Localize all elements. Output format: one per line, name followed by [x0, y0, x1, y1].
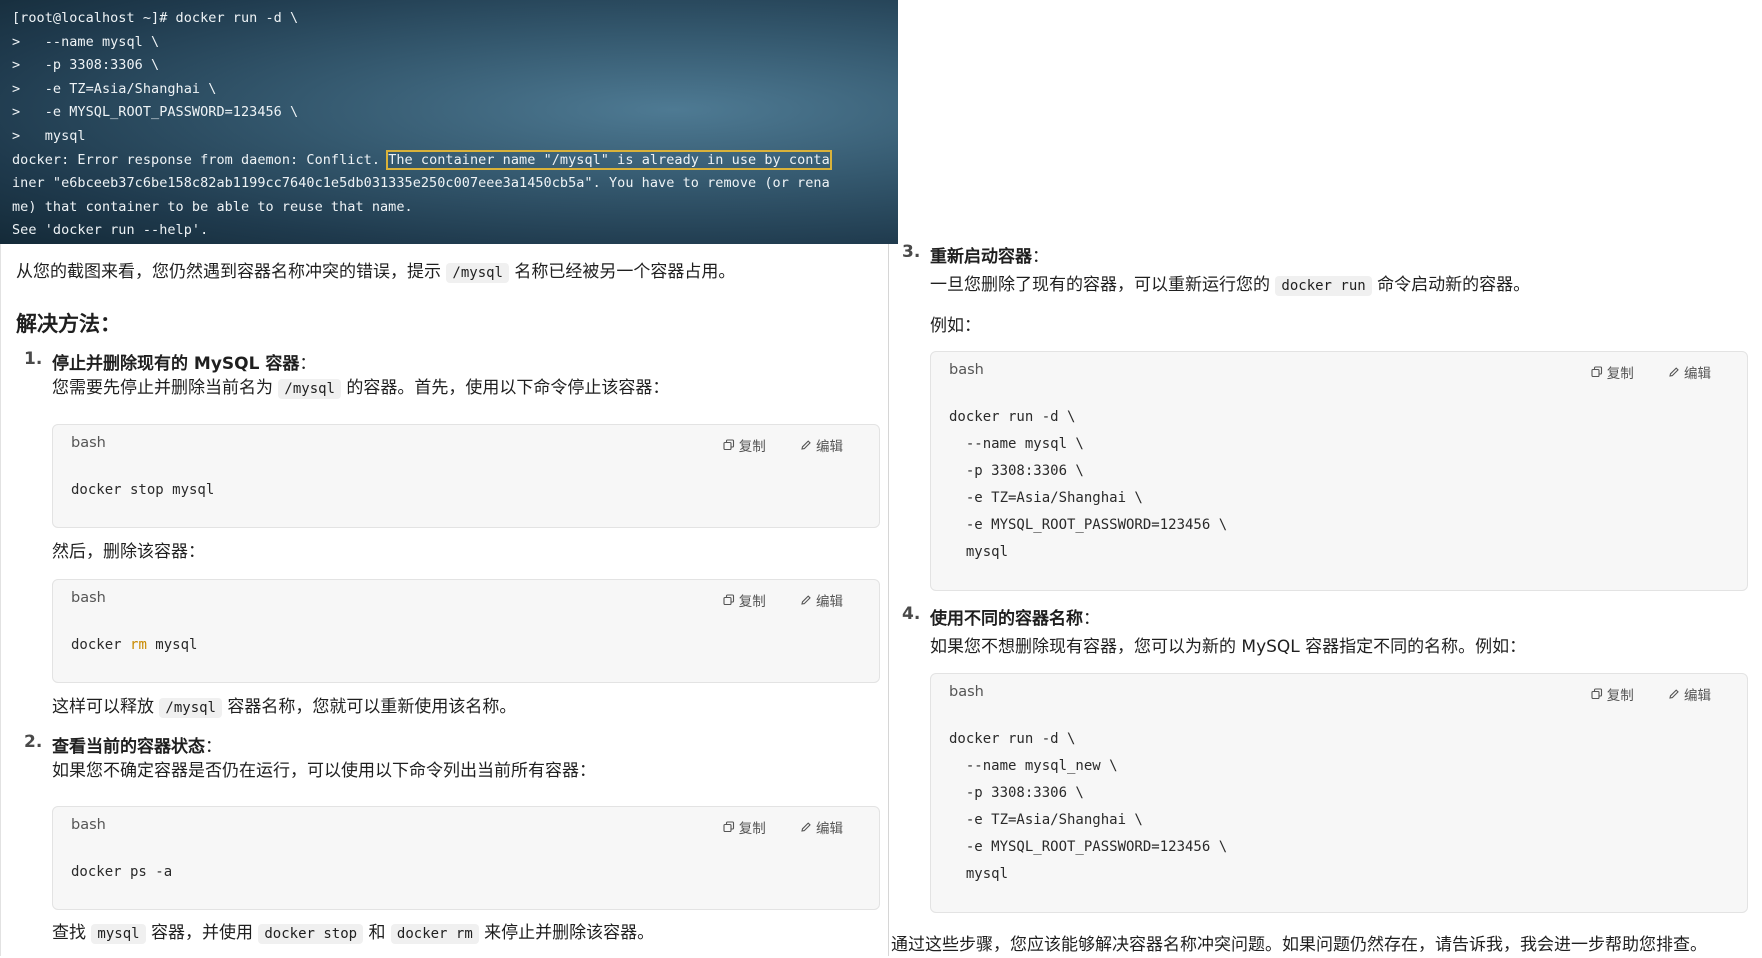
inline-code: /mysql — [159, 698, 222, 718]
step-number: 4. — [902, 604, 921, 624]
code-content: docker ps -a — [71, 864, 173, 880]
terminal-error-line: iner "e6bceeb37c6be158c82ab1199cc7640c1e… — [12, 175, 830, 192]
inline-code: /mysql — [446, 263, 509, 283]
right-pane: 3. 重新启动容器： 一旦您删除了现有的容器，可以重新运行您的 docker r… — [890, 0, 1762, 956]
copy-button[interactable]: 复制 — [723, 435, 766, 455]
step-text: 然后，删除该容器： — [52, 542, 205, 562]
copy-button[interactable]: 复制 — [1591, 362, 1634, 382]
step-description: 一旦您删除了现有的容器，可以重新运行您的 docker run 命令启动新的容器… — [930, 275, 1531, 296]
edit-icon — [801, 822, 811, 832]
copy-button[interactable]: 复制 — [723, 817, 766, 837]
keyword: rm — [130, 637, 147, 653]
terminal-line: > -p 3308:3306 \ — [12, 57, 160, 74]
terminal-line: > -e MYSQL_ROOT_PASSWORD=123456 \ — [12, 104, 299, 121]
step-number: 3. — [902, 242, 921, 262]
edit-icon — [1669, 367, 1679, 377]
copy-button[interactable]: 复制 — [723, 590, 766, 610]
solution-heading: 解决方法： — [16, 312, 121, 336]
inline-code: /mysql — [278, 379, 341, 399]
step-description: 如果您不想删除现有容器，您可以为新的 MySQL 容器指定不同的名称。例如： — [930, 637, 1527, 657]
code-actions: 复制 编辑 — [693, 817, 843, 837]
code-language: bash — [949, 362, 984, 378]
edit-button[interactable]: 编辑 — [800, 590, 843, 610]
terminal-line: [root@localhost ~]# docker run -d \ — [12, 10, 299, 26]
terminal-screenshot: [root@localhost ~]# docker run -d \ > --… — [0, 0, 898, 244]
step-note: 这样可以释放 /mysql 容器名称，您就可以重新使用该名称。 — [52, 697, 517, 718]
copy-icon — [723, 821, 734, 833]
code-actions: 复制 编辑 — [1561, 684, 1711, 704]
code-block: bash 复制 编辑 docker ps -a — [52, 806, 880, 910]
terminal-line: > --name mysql \ — [12, 33, 160, 50]
step-title: 重新启动容器： — [930, 247, 1049, 267]
code-actions: 复制 编辑 — [693, 590, 843, 610]
terminal-line: > mysql — [12, 127, 86, 144]
copy-icon — [1591, 688, 1602, 700]
code-language: bash — [71, 590, 106, 606]
left-pane: 从您的截图来看，您仍然遇到容器名称冲突的错误，提示 /mysql 名称已经被另一… — [0, 244, 889, 956]
code-block: bash 复制 编辑 docker run -d \ --name mysql_… — [930, 673, 1748, 913]
conclusion-text: 通过这些步骤，您应该能够解决容器名称冲突问题。如果问题仍然存在，请告诉我，我会进… — [891, 935, 1707, 955]
error-prefix: docker: Error response from daemon: Conf… — [12, 151, 389, 168]
code-content: docker run -d \ --name mysql \ -p 3308:3… — [949, 409, 1228, 560]
edit-button[interactable]: 编辑 — [1668, 684, 1711, 704]
edit-button[interactable]: 编辑 — [800, 817, 843, 837]
copy-button[interactable]: 复制 — [1591, 684, 1634, 704]
intro-text: 从您的截图来看，您仍然遇到容器名称冲突的错误，提示 /mysql 名称已经被另一… — [16, 262, 736, 283]
edit-icon — [1669, 689, 1679, 699]
terminal-line: > -e TZ=Asia/Shanghai \ — [12, 80, 217, 97]
example-label: 例如： — [930, 316, 981, 336]
code-content: docker stop mysql — [71, 482, 215, 498]
inline-code: docker rm — [390, 924, 479, 944]
copy-icon — [723, 439, 734, 451]
edit-button[interactable]: 编辑 — [1668, 362, 1711, 382]
code-language: bash — [71, 435, 106, 451]
code-actions: 复制 编辑 — [693, 435, 843, 455]
copy-icon — [723, 594, 734, 606]
code-actions: 复制 编辑 — [1561, 362, 1711, 382]
code-block: bash 复制 编辑 docker run -d \ --name mysql … — [930, 351, 1748, 591]
edit-button[interactable]: 编辑 — [800, 435, 843, 455]
code-block: bash 复制 编辑 docker rm mysql — [52, 579, 880, 683]
code-block: bash 复制 编辑 docker stop mysql — [52, 424, 880, 528]
terminal-error-line: docker: Error response from daemon: Conf… — [12, 149, 898, 173]
terminal-error-line: me) that container to be able to reuse t… — [12, 198, 413, 215]
inline-code: docker run — [1275, 276, 1372, 296]
step-title: 使用不同的容器名称： — [930, 609, 1100, 629]
step-title: 停止并删除现有的 MySQL 容器： — [52, 354, 317, 374]
step-note: 查找 mysql 容器，并使用 docker stop 和 docker rm … — [52, 923, 655, 944]
code-content: docker rm mysql — [71, 637, 198, 653]
edit-icon — [801, 440, 811, 450]
step-number: 2. — [24, 732, 43, 752]
copy-icon — [1591, 366, 1602, 378]
terminal-error-line: See 'docker run --help'. — [12, 222, 209, 239]
step-title: 查看当前的容器状态： — [52, 737, 222, 757]
code-content: docker run -d \ --name mysql_new \ -p 33… — [949, 731, 1228, 882]
inline-code: docker stop — [258, 924, 364, 944]
error-highlight: The container name "/mysql" is already i… — [386, 149, 832, 170]
code-language: bash — [949, 684, 984, 700]
step-description: 如果您不确定容器是否仍在运行，可以使用以下命令列出当前所有容器： — [52, 761, 596, 781]
step-number: 1. — [24, 349, 43, 369]
edit-icon — [801, 595, 811, 605]
code-language: bash — [71, 817, 106, 833]
inline-code: mysql — [91, 924, 146, 944]
step-description: 您需要先停止并删除当前名为 /mysql 的容器。首先，使用以下命令停止该容器： — [52, 378, 670, 399]
